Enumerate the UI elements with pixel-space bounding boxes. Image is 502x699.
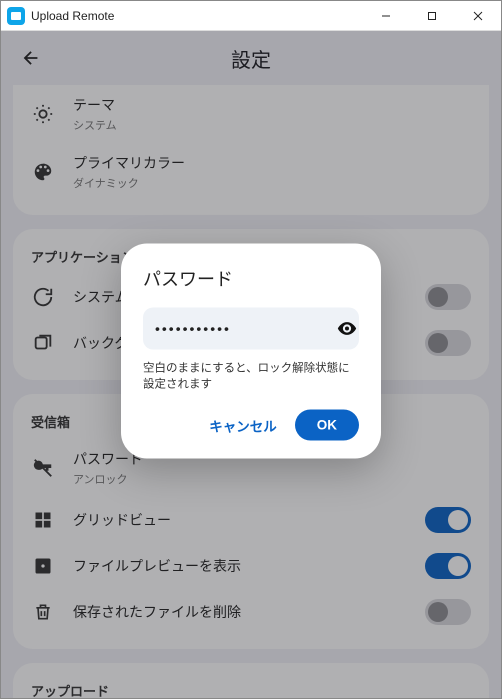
password-field[interactable]: [143, 308, 359, 350]
window-maximize-button[interactable]: [409, 1, 455, 31]
password-input[interactable]: [155, 321, 336, 337]
window-title: Upload Remote: [31, 9, 114, 23]
dialog-actions: キャンセル OK: [143, 410, 359, 441]
app-icon: [7, 7, 25, 25]
dialog-hint: 空白のままにすると、ロック解除状態に設定されます: [143, 360, 359, 392]
window-close-button[interactable]: [455, 1, 501, 31]
dialog-title: パスワード: [143, 266, 359, 292]
window-minimize-button[interactable]: [363, 1, 409, 31]
window-titlebar: Upload Remote: [1, 1, 501, 31]
password-dialog: パスワード 空白のままにすると、ロック解除状態に設定されます キャンセル OK: [121, 244, 381, 459]
cancel-button[interactable]: キャンセル: [209, 415, 277, 435]
eye-icon[interactable]: [336, 317, 358, 341]
content-area: 設定 テーマ システム プライ: [1, 31, 501, 698]
ok-button[interactable]: OK: [295, 410, 359, 441]
window: Upload Remote 設定: [0, 0, 502, 699]
